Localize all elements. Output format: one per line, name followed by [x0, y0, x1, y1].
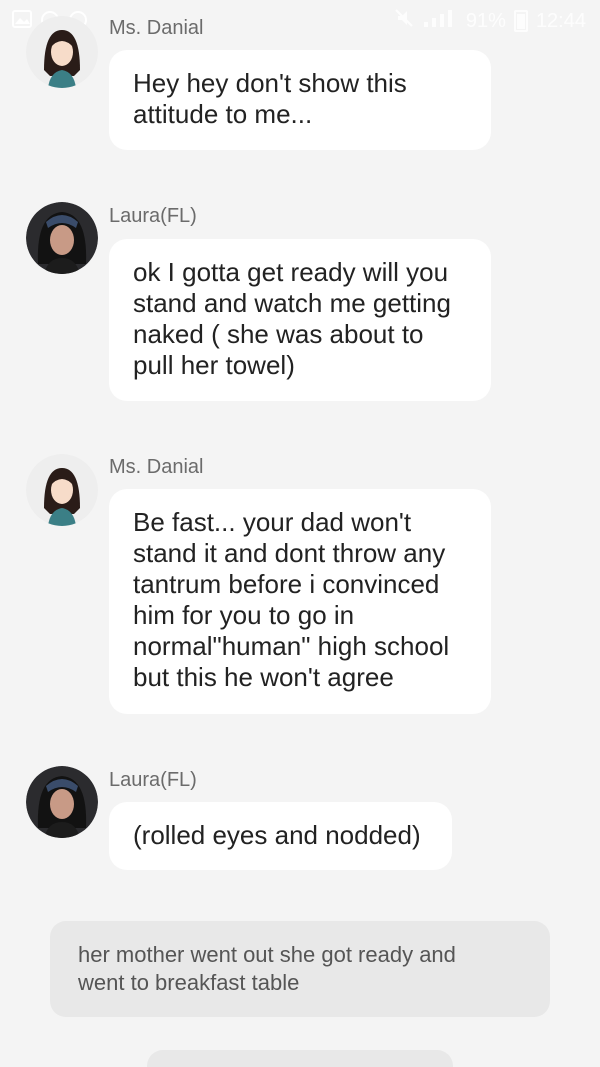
next-narration-bubble[interactable] [147, 1050, 453, 1067]
narration-bubble[interactable]: her mother went out she got ready and we… [50, 921, 550, 1017]
battery-level: 91% [465, 9, 506, 32]
sender-name: Laura(FL) [109, 769, 197, 791]
mute-icon [394, 8, 414, 34]
battery-icon [513, 10, 528, 32]
laura-avatar[interactable] [26, 766, 98, 838]
message-bubble[interactable]: ok I gotta get ready will you stand and … [109, 239, 491, 401]
sender-name: Laura(FL) [109, 205, 197, 227]
message-bubble[interactable]: Be fast... your dad won't stand it and d… [109, 489, 491, 714]
clock: 12:44 [535, 9, 586, 32]
sender-name: Ms. Danial [109, 17, 204, 39]
laura-avatar[interactable] [26, 202, 98, 274]
ms-danial-avatar[interactable] [26, 16, 98, 88]
ms-danial-avatar[interactable] [26, 454, 98, 526]
image-icon [12, 10, 32, 36]
signal-icon [422, 8, 458, 34]
message-bubble[interactable]: (rolled eyes and nodded) [109, 802, 452, 870]
sender-name: Ms. Danial [109, 456, 204, 478]
chat-screen: 91% 12:44 Ms. Danial Hey hey don't show … [0, 0, 600, 1067]
message-bubble[interactable]: Hey hey don't show this attitude to me..… [109, 50, 491, 150]
